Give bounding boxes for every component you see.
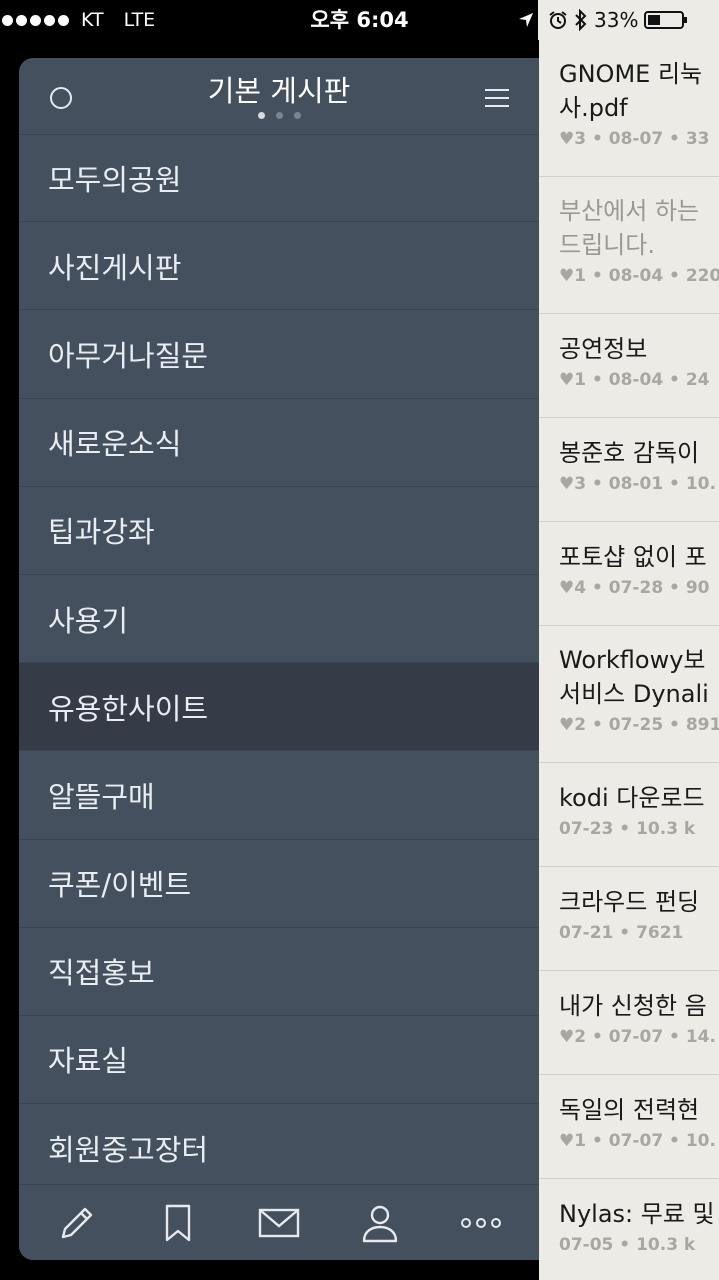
message-button[interactable] <box>241 1193 317 1253</box>
status-right: 33% <box>519 0 719 40</box>
post-title: 내가 신청한 음 <box>559 992 707 1020</box>
post-item[interactable]: 포토샵 없이 포 ♥4 • 07-28 • 90 <box>539 522 719 626</box>
board-menu-item-label: 직접홍보 <box>48 956 155 991</box>
write-button[interactable] <box>39 1193 115 1253</box>
app-screen: KT LTE 오후 6:04 33% GNOME 리눅 사.pdf ♥3 • 0… <box>0 0 719 1280</box>
board-menu-item-label: 새로운소식 <box>48 427 182 462</box>
post-item[interactable]: 크라우드 펀딩 07-21 • 7621 <box>539 867 719 971</box>
post-item[interactable]: Workflowy보 서비스 Dynali ♥2 • 07-25 • 891 <box>539 626 719 763</box>
board-menu-item[interactable]: 새로운소식 <box>19 399 539 487</box>
post-title: kodi 다운로드 <box>559 784 705 812</box>
board-menu-item[interactable]: 자료실 <box>19 1016 539 1105</box>
board-menu-item[interactable]: 모두의공원 <box>19 134 539 223</box>
hamburger-menu-icon[interactable] <box>473 74 521 122</box>
board-menu-item[interactable]: 사용기 <box>19 575 539 664</box>
board-menu-item-label: 사용기 <box>48 603 129 638</box>
post-meta: ♥2 • 07-07 • 14. <box>559 1027 716 1047</box>
post-title: 부산에서 하는 드립니다. <box>559 197 700 259</box>
drawer-title: 기본 게시판 <box>207 74 351 108</box>
board-menu-item-label: 쿠폰/이벤트 <box>48 868 192 903</box>
post-item[interactable]: 공연정보 ♥1 • 08-04 • 24 <box>539 314 719 418</box>
drawer-toolbar <box>19 1184 539 1260</box>
post-title: 공연정보 <box>559 335 648 363</box>
board-menu-item[interactable]: 직접홍보 <box>19 928 539 1016</box>
board-menu-item[interactable]: 팁과강좌 <box>19 487 539 575</box>
post-meta: 07-23 • 10.3 k <box>559 819 696 839</box>
post-item[interactable]: 내가 신청한 음 ♥2 • 07-07 • 14. <box>539 971 719 1075</box>
location-arrow-icon <box>519 13 533 27</box>
board-menu-item[interactable]: 알뜰구매 <box>19 751 539 840</box>
post-title: 봉준호 감독이 <box>559 439 700 467</box>
board-menu-item-label: 사진게시판 <box>48 250 182 285</box>
post-item[interactable]: Nylas: 무료 및 07-05 • 10.3 k <box>539 1179 719 1280</box>
drawer-header: 기본 게시판 <box>19 58 539 135</box>
battery-percent: 33% <box>594 8 639 32</box>
post-title: Workflowy보 서비스 Dynali <box>559 646 709 708</box>
post-meta: 07-21 • 7621 <box>559 923 684 943</box>
bookmark-icon <box>165 1204 191 1241</box>
pencil-icon <box>61 1207 93 1238</box>
board-menu-item[interactable]: 회원중고장터 <box>19 1104 539 1193</box>
board-menu-item[interactable]: 유용한사이트 <box>19 663 539 752</box>
post-item[interactable]: GNOME 리눅 사.pdf ♥3 • 08-07 • 33 <box>539 40 719 177</box>
board-menu-item-label: 아무거나질문 <box>48 338 209 373</box>
post-meta: ♥1 • 07-07 • 10. <box>559 1131 716 1151</box>
profile-button[interactable] <box>342 1193 418 1253</box>
alarm-icon <box>549 11 567 29</box>
post-title: Nylas: 무료 및 <box>559 1200 715 1228</box>
status-bar: KT LTE 오후 6:04 33% <box>0 0 719 40</box>
post-meta: ♥3 • 08-07 • 33 <box>559 129 710 149</box>
board-menu-item-label: 유용한사이트 <box>48 691 209 726</box>
post-title: 포토샵 없이 포 <box>559 543 707 571</box>
envelope-icon <box>258 1208 300 1237</box>
board-menu-item-label: 팁과강좌 <box>48 515 155 550</box>
post-list[interactable]: GNOME 리눅 사.pdf ♥3 • 08-07 • 33 부산에서 하는 드립니… <box>539 40 719 1280</box>
page-indicator <box>19 112 539 119</box>
post-item[interactable]: 독일의 전력현 ♥1 • 07-07 • 10. <box>539 1075 719 1179</box>
bluetooth-icon <box>575 9 587 31</box>
post-title: 크라우드 펀딩 <box>559 888 700 916</box>
signal-strength-icon <box>2 14 69 26</box>
board-menu-item[interactable]: 쿠폰/이벤트 <box>19 840 539 928</box>
post-item[interactable]: 봉준호 감독이 ♥3 • 08-01 • 10. <box>539 418 719 522</box>
post-meta: ♥1 • 08-04 • 24 <box>559 370 710 390</box>
post-item[interactable]: 부산에서 하는 드립니다. ♥1 • 08-04 • 220 <box>539 177 719 314</box>
board-drawer: 기본 게시판 모두의공원사진게시판아무거나질문새로운소식팁과강좌사용기유용한사이… <box>19 58 539 1260</box>
post-meta: ♥2 • 07-25 • 891 <box>559 715 719 735</box>
board-menu-item-label: 모두의공원 <box>48 162 182 197</box>
post-meta: 07-05 • 10.3 k <box>559 1235 696 1255</box>
network-label: LTE <box>123 9 156 31</box>
more-dots-icon <box>461 1217 501 1228</box>
board-menu-item[interactable]: 사진게시판 <box>19 222 539 311</box>
battery-icon <box>644 11 688 29</box>
more-button[interactable] <box>443 1193 519 1253</box>
status-left: KT LTE <box>0 0 155 40</box>
carrier-label: KT <box>81 9 104 31</box>
post-meta: ♥3 • 08-01 • 10. <box>559 474 716 494</box>
post-item[interactable]: kodi 다운로드 07-23 • 10.3 k <box>539 763 719 867</box>
board-menu-item-label: 자료실 <box>48 1044 129 1079</box>
board-menu-item-label: 회원중고장터 <box>48 1132 209 1167</box>
post-meta: ♥4 • 07-28 • 90 <box>559 578 710 598</box>
bookmark-button[interactable] <box>140 1193 216 1253</box>
board-menu-item[interactable]: 아무거나질문 <box>19 310 539 399</box>
user-icon <box>362 1205 398 1242</box>
post-title: 독일의 전력현 <box>559 1096 700 1124</box>
board-menu: 모두의공원사진게시판아무거나질문새로운소식팁과강좌사용기유용한사이트알뜰구매쿠폰… <box>19 134 539 1193</box>
post-meta: ♥1 • 08-04 • 220 <box>559 266 719 286</box>
board-menu-item-label: 알뜰구매 <box>48 779 155 814</box>
post-title: GNOME 리눅 사.pdf <box>559 60 703 122</box>
